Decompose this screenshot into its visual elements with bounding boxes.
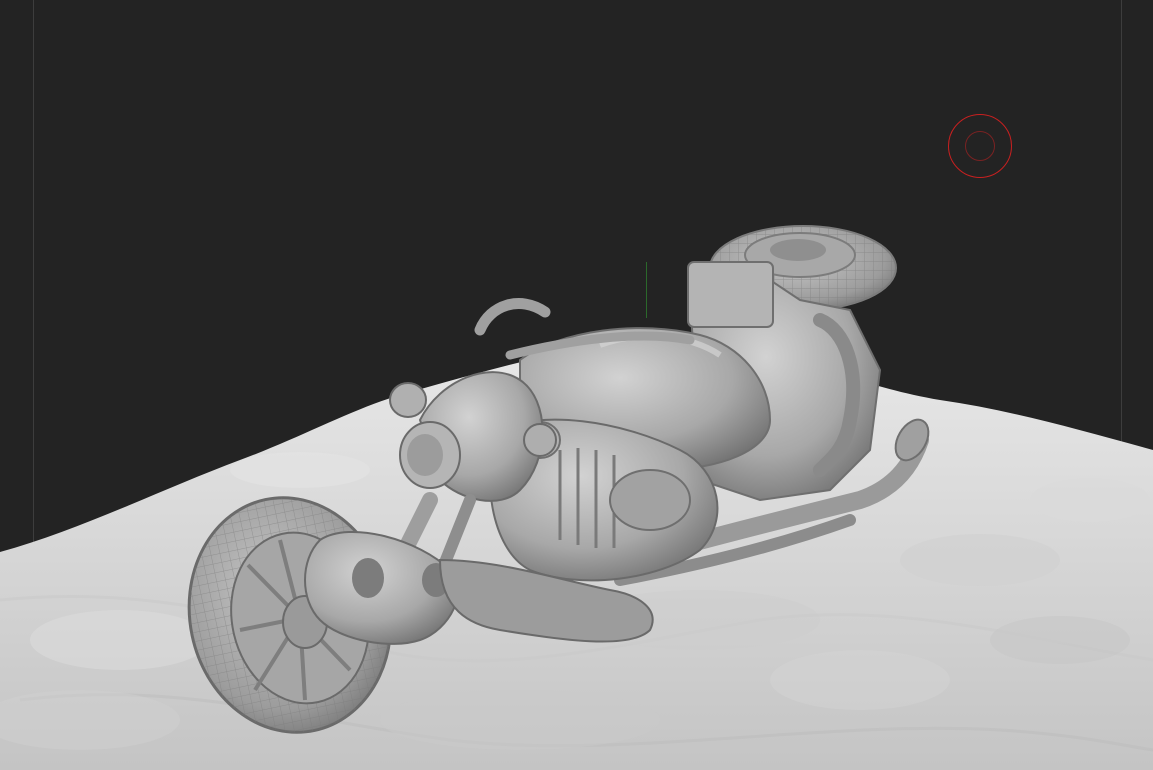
sculpt-viewport[interactable] — [0, 0, 1153, 770]
brush-cursor-inner — [965, 131, 995, 161]
vertical-axis-icon — [646, 262, 647, 318]
brush-cursor-icon[interactable] — [948, 114, 1012, 178]
